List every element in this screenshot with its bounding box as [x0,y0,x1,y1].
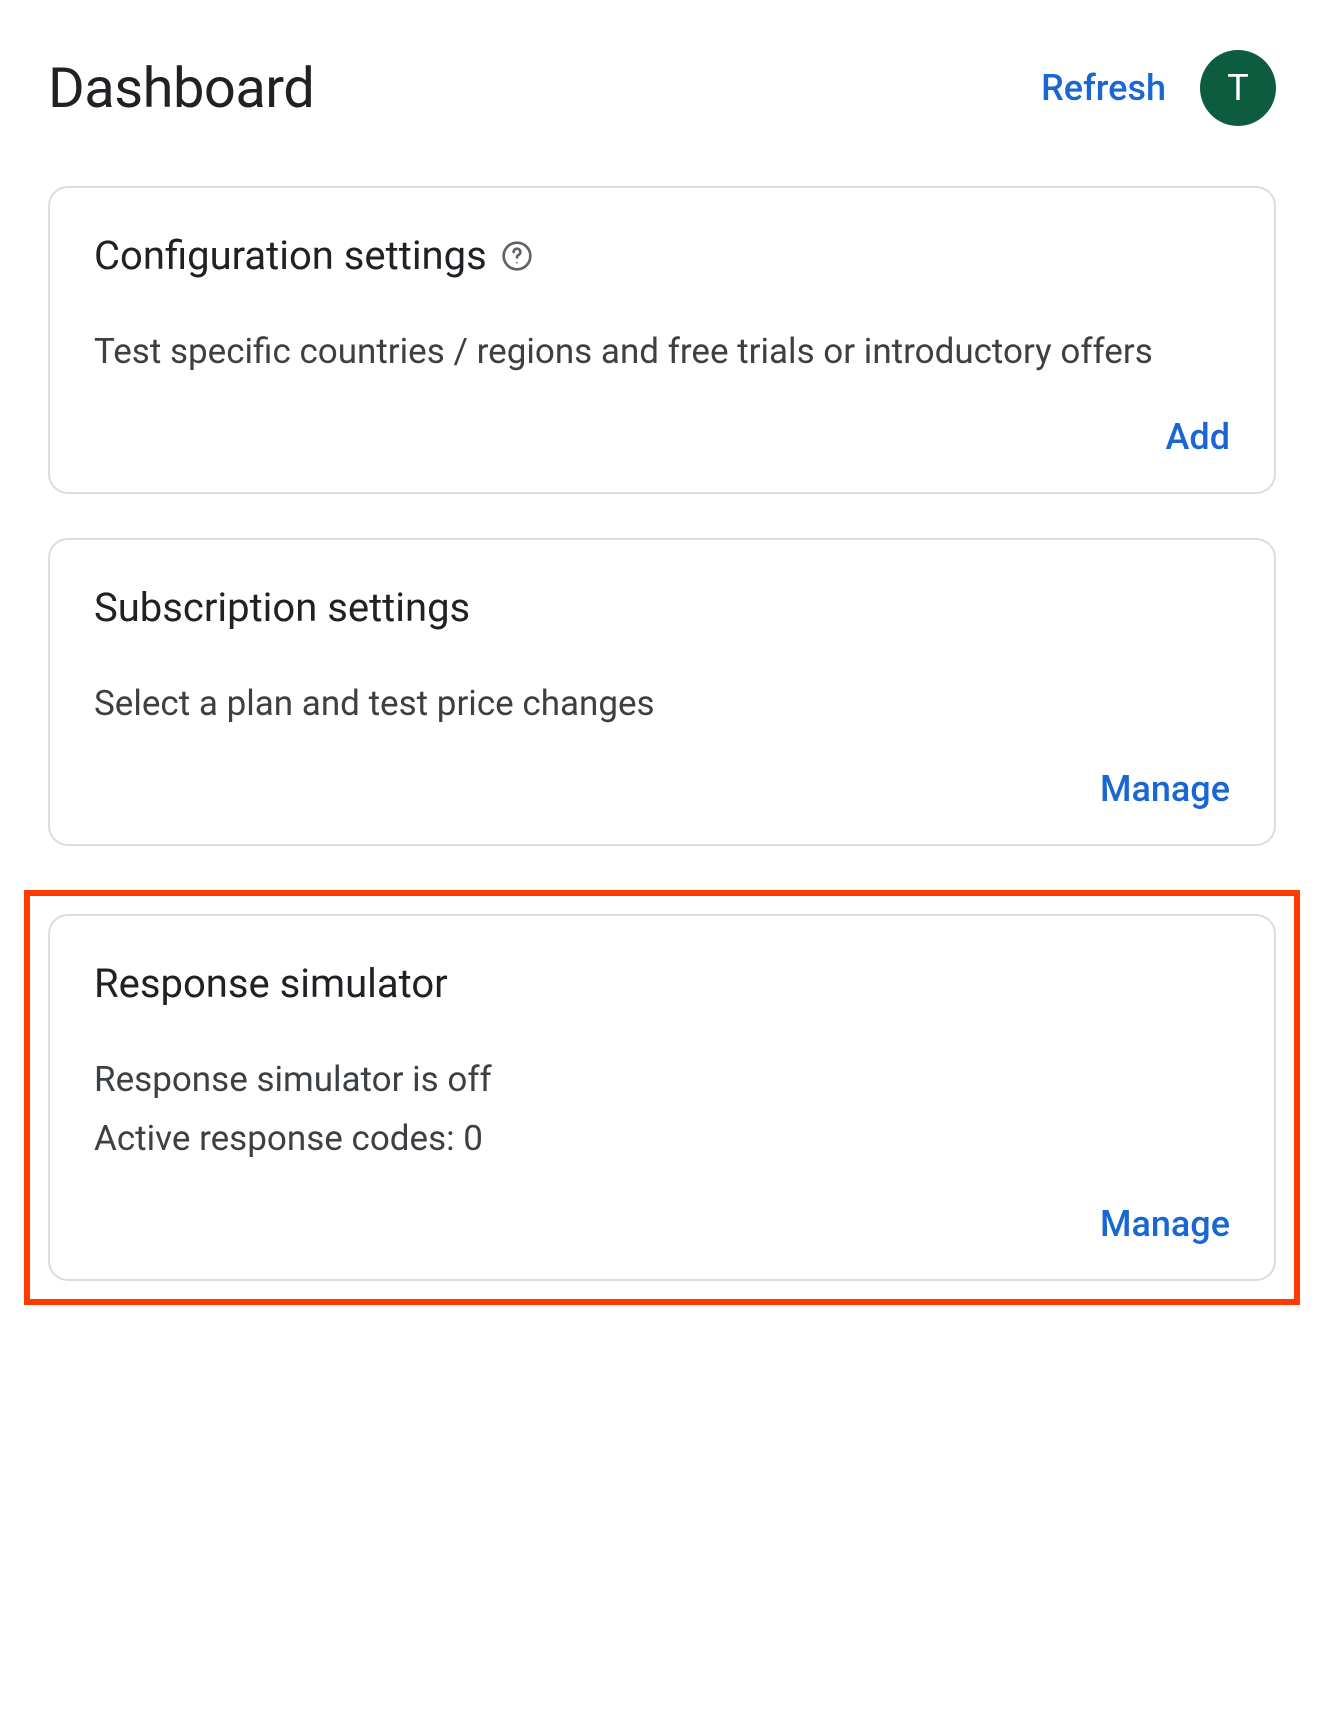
card-wrap-subscription: Subscription settings Select a plan and … [48,538,1276,846]
card-subscription: Subscription settings Select a plan and … [48,538,1276,846]
card-title-subscription: Subscription settings [94,584,470,631]
page-title: Dashboard [48,55,314,121]
manage-simulator-button[interactable]: Manage [1100,1203,1230,1245]
cards-container: Configuration settings Test specific cou… [48,186,1276,1305]
avatar[interactable]: T [1200,50,1276,126]
card-extra-simulator: Active response codes: 0 [94,1114,1230,1163]
add-button[interactable]: Add [1166,416,1230,458]
card-description-subscription: Select a plan and test price changes [94,679,1230,728]
card-title-row: Response simulator [94,960,1230,1007]
manage-subscription-button[interactable]: Manage [1100,768,1230,810]
card-title-row: Configuration settings [94,232,1230,279]
card-configuration: Configuration settings Test specific cou… [48,186,1276,494]
refresh-button[interactable]: Refresh [1041,67,1166,109]
card-description-simulator: Response simulator is off [94,1055,1230,1104]
card-response-simulator: Response simulator Response simulator is… [48,914,1276,1281]
card-action-row: Manage [94,1203,1230,1245]
card-title-row: Subscription settings [94,584,1230,631]
card-title-simulator: Response simulator [94,960,448,1007]
header-actions: Refresh T [1041,50,1276,126]
card-action-row: Manage [94,768,1230,810]
header: Dashboard Refresh T [48,40,1276,126]
help-icon[interactable] [501,240,533,272]
card-action-row: Add [94,416,1230,458]
card-wrap-simulator-highlight: Response simulator Response simulator is… [24,890,1300,1305]
card-title-configuration: Configuration settings [94,232,487,279]
card-description-configuration: Test specific countries / regions and fr… [94,327,1230,376]
card-wrap-configuration: Configuration settings Test specific cou… [48,186,1276,494]
